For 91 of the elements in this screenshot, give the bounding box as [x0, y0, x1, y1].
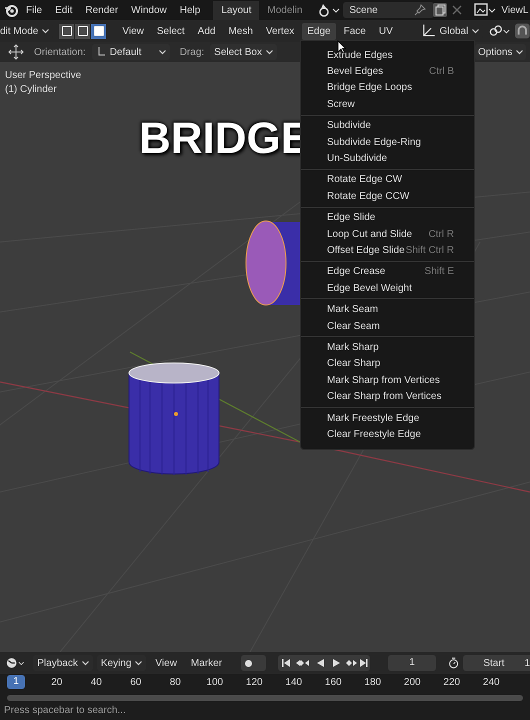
scene-field[interactable]: Scene: [343, 2, 434, 18]
menu-item[interactable]: Mark Freestyle Edge: [301, 410, 474, 426]
shortcut: Shift E: [424, 266, 454, 278]
menu-item[interactable]: Bevel Edges Ctrl B: [301, 63, 474, 80]
select-mode-icon[interactable]: [75, 24, 90, 38]
playback-controls[interactable]: [278, 655, 370, 671]
menu-item[interactable]: Screw: [301, 96, 474, 113]
frame-number: 180: [363, 676, 382, 688]
object-name: (1) Cylinder: [5, 84, 58, 95]
timeline-scrollbar[interactable]: [7, 695, 523, 701]
options-dropdown[interactable]: Options: [474, 44, 526, 60]
menu-item[interactable]: Loop Cut and Slide Ctrl R: [301, 226, 474, 242]
menu-item[interactable]: View: [155, 658, 177, 668]
link-icon[interactable]: [489, 24, 512, 38]
menu-item[interactable]: Edge Crease Shift E: [301, 264, 474, 280]
current-frame-marker[interactable]: 1: [7, 675, 25, 689]
orientation-label: Orientation:: [34, 46, 86, 58]
menu-item[interactable]: Edge Slide: [301, 210, 474, 226]
caret-icon: [42, 28, 50, 34]
menu-item[interactable]: Render: [85, 4, 118, 16]
caret-icon: [158, 50, 166, 54]
frame-number: 20: [50, 676, 64, 688]
caret-icon: [266, 50, 273, 54]
menu-item[interactable]: Mark Seam: [301, 301, 474, 318]
drag-label: Drag:: [180, 46, 204, 58]
frame-number: 40: [90, 676, 103, 688]
copy-icon[interactable]: [432, 2, 448, 18]
image-icon[interactable]: [474, 3, 496, 17]
frame-number: 240: [482, 676, 501, 688]
menu-item[interactable]: Mark Sharp from Vertices: [301, 372, 474, 388]
caret-icon: [516, 50, 524, 54]
menu-item[interactable]: Select: [152, 22, 190, 40]
menu-item[interactable]: Mesh: [223, 22, 258, 40]
menu-item[interactable]: Help: [180, 4, 200, 16]
view-layer-field[interactable]: ViewL: [501, 4, 528, 16]
axes-icon: [96, 46, 106, 58]
move-icon[interactable]: [8, 44, 24, 60]
menu-item[interactable]: Mark Sharp: [301, 339, 474, 356]
select-mode-icon[interactable]: [59, 24, 74, 38]
clock-icon[interactable]: [6, 656, 26, 670]
frame-number: 100: [205, 676, 224, 688]
record-button[interactable]: [241, 655, 266, 671]
frame-number: 80: [168, 676, 182, 688]
menu-item[interactable]: Clear Seam: [301, 318, 474, 334]
menu-item[interactable]: Clear Freestyle Edge: [301, 426, 474, 443]
workspace-tab[interactable]: Modelin: [259, 0, 310, 20]
menu-item[interactable]: Rotate Edge CW: [301, 172, 474, 188]
menu-item[interactable]: Marker: [190, 658, 222, 668]
menu-item[interactable]: Rotate Edge CCW: [301, 188, 474, 205]
menu-item[interactable]: Edit: [55, 4, 72, 16]
caret-icon: [82, 660, 89, 666]
menu-dropdown[interactable]: Playback: [33, 655, 93, 671]
menu-item[interactable]: Bridge Edge Loops: [301, 80, 474, 96]
caret-icon: [135, 660, 142, 666]
menu-item[interactable]: Extrude Edges: [301, 47, 474, 64]
frame-number: 60: [129, 676, 142, 688]
drag-dropdown[interactable]: Select Box: [210, 44, 277, 60]
magnet-icon[interactable]: [515, 23, 530, 39]
close-icon[interactable]: [452, 5, 462, 15]
frame-number: 220: [442, 676, 462, 688]
pin-icon[interactable]: [414, 4, 426, 16]
menu-item[interactable]: Edge Bevel Weight: [301, 280, 474, 296]
menu-item[interactable]: Add: [192, 22, 220, 40]
menu-item[interactable]: Clear Sharp: [301, 356, 474, 372]
menu-item[interactable]: Clear Sharp from Vertices: [301, 388, 474, 405]
frame-number: 140: [284, 676, 304, 688]
caret-icon: [472, 28, 480, 34]
menu-item[interactable]: File: [26, 4, 42, 16]
menu-item[interactable]: Vertex: [260, 22, 300, 40]
scene-icon[interactable]: [318, 3, 340, 17]
menu-item[interactable]: Edge: [302, 22, 336, 40]
current-frame-field[interactable]: 1: [388, 655, 436, 671]
view-name: User Perspective: [5, 70, 82, 81]
menu-item[interactable]: Face: [338, 22, 371, 40]
menu-item[interactable]: View: [117, 22, 149, 40]
transform-orientation-icon: [420, 23, 436, 39]
frame-number: 160: [324, 676, 343, 688]
menu-item[interactable]: UV: [374, 22, 398, 40]
stopwatch-icon[interactable]: [448, 656, 460, 670]
shortcut: Shift Ctrl R: [406, 244, 454, 256]
frame-number: 120: [244, 676, 264, 688]
workspace-tab[interactable]: Layout: [213, 0, 260, 20]
shortcut: Ctrl R: [428, 228, 454, 240]
start-frame-field[interactable]: Start 1: [463, 655, 530, 671]
frame-number: 200: [402, 676, 422, 688]
select-mode-icon[interactable]: [91, 24, 106, 38]
menu-dropdown[interactable]: Keying: [96, 655, 146, 671]
shortcut: Ctrl B: [429, 66, 454, 78]
menu-item[interactable]: Offset Edge SlideShift Ctrl R: [301, 242, 474, 259]
orientation-dropdown[interactable]: Default: [92, 44, 170, 60]
menu-item[interactable]: Window: [131, 4, 167, 16]
